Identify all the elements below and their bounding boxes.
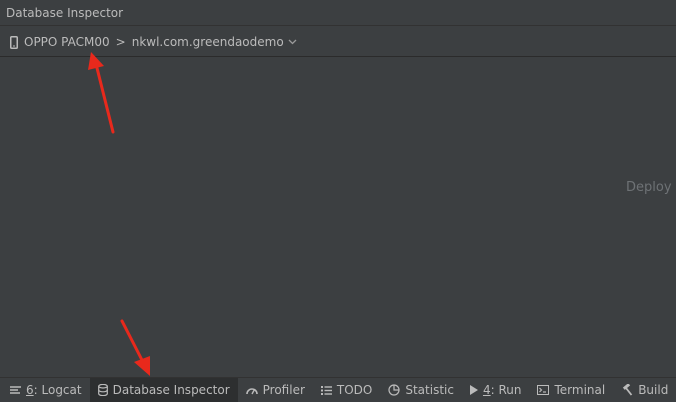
tool-window-todo[interactable]: TODO <box>313 378 380 402</box>
tool-window-database-inspector[interactable]: Database Inspector <box>89 378 238 402</box>
device-process-selector[interactable]: OPPO PACM00 > nkwl.com.greendaodemo <box>10 34 303 50</box>
database-inspector-label: Database Inspector <box>112 383 230 397</box>
tool-window-build[interactable]: Build <box>613 378 676 402</box>
tool-window-run[interactable]: 4: Run <box>462 378 530 402</box>
profiler-label: Profiler <box>262 383 305 397</box>
tool-window-profiler[interactable]: Profiler <box>238 378 313 402</box>
run-shortcut-number: 4 <box>482 383 491 397</box>
profiler-icon <box>245 386 258 395</box>
device-name: OPPO PACM00 <box>24 35 110 49</box>
hammer-icon <box>621 384 633 396</box>
inspector-toolbar: OPPO PACM00 > nkwl.com.greendaodemo <box>0 27 676 57</box>
tool-window-title: Database Inspector <box>6 6 124 20</box>
pie-chart-icon <box>388 384 400 396</box>
logcat-icon <box>10 385 21 395</box>
tool-window-logcat[interactable]: 6: Logcat <box>0 378 90 402</box>
todo-list-icon <box>320 385 332 395</box>
database-icon <box>97 384 108 396</box>
phone-icon <box>10 35 18 49</box>
chevron-down-icon[interactable] <box>288 39 297 45</box>
tool-window-terminal[interactable]: Terminal <box>529 378 613 402</box>
logcat-label: : Logcat <box>33 383 82 397</box>
statistic-label: Statistic <box>405 383 454 397</box>
logcat-shortcut-number: 6 <box>26 383 34 397</box>
breadcrumb-separator: > <box>115 35 126 49</box>
tool-window-statistic[interactable]: Statistic <box>380 378 462 402</box>
deploy-hint-text: Deploy y <box>626 180 676 195</box>
inspector-content-area: Deploy y <box>0 57 676 377</box>
todo-label: TODO <box>336 383 373 397</box>
run-label: : Run <box>490 383 522 397</box>
process-name: nkwl.com.greendaodemo <box>131 35 284 49</box>
run-icon <box>469 385 478 395</box>
tool-window-bar: 6: Logcat Database Inspector Profiler TO… <box>0 377 676 402</box>
tool-window-header: Database Inspector <box>0 0 676 26</box>
terminal-icon <box>537 385 550 395</box>
build-label: Build <box>638 383 669 397</box>
terminal-label: Terminal <box>554 383 606 397</box>
